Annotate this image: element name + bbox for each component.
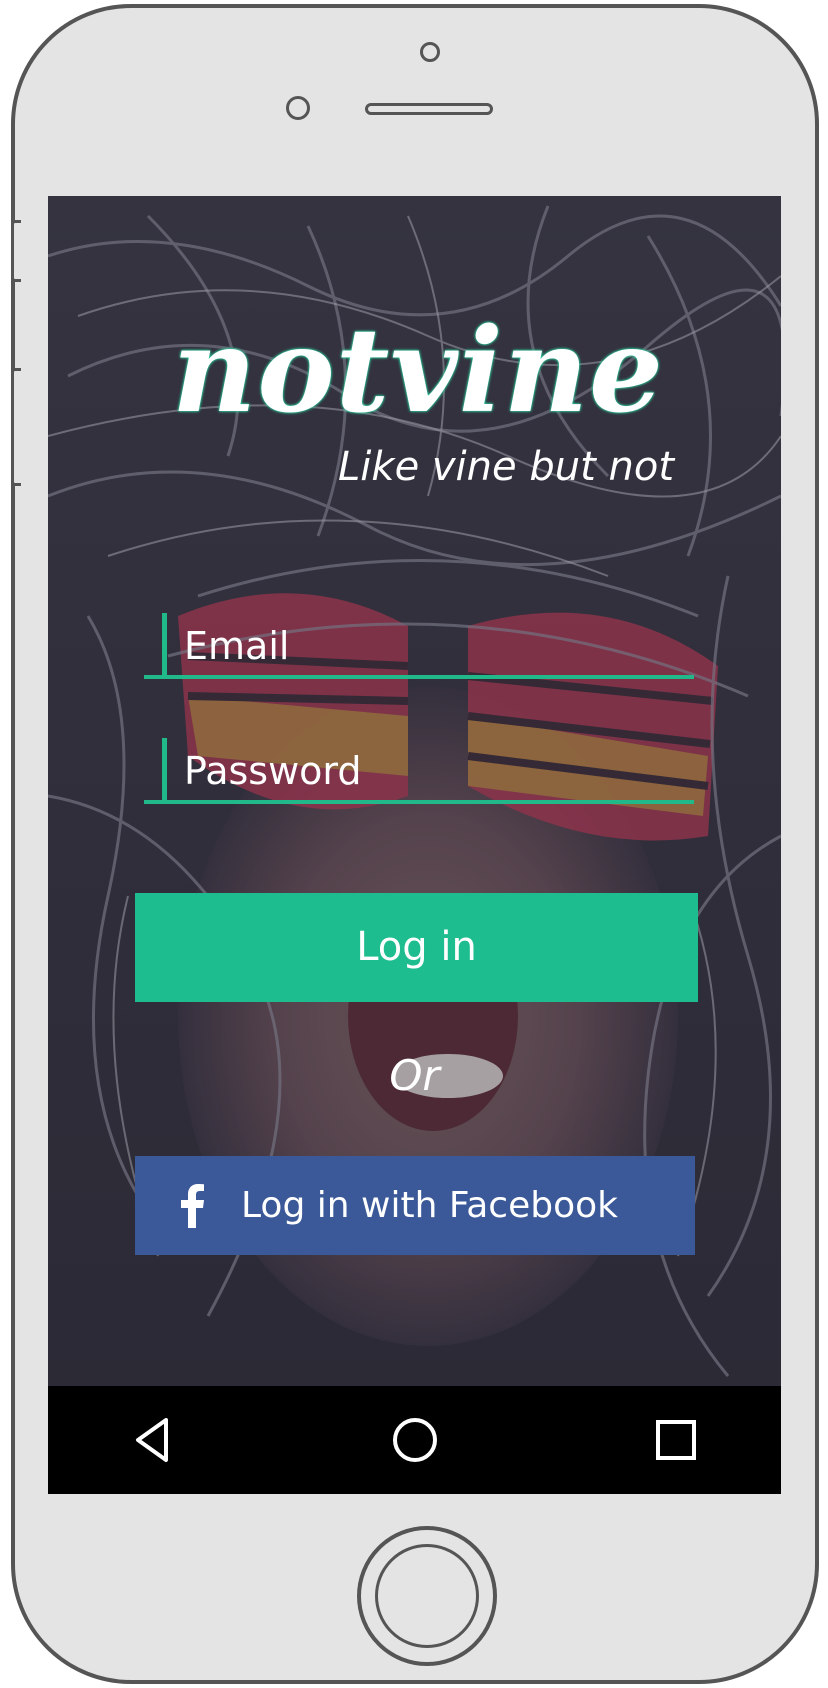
email-field[interactable] (144, 613, 694, 679)
recent-apps-square-icon[interactable] (650, 1414, 702, 1466)
password-input[interactable] (184, 744, 684, 798)
home-circle-icon[interactable] (389, 1414, 441, 1466)
facebook-icon (181, 1184, 204, 1228)
facebook-login-label: Log in with Facebook (241, 1185, 618, 1226)
android-navigation-bar (48, 1386, 781, 1494)
text-cursor-bar (162, 738, 167, 800)
front-camera (420, 42, 440, 62)
hardware-home-button (357, 1526, 497, 1666)
proximity-sensor (286, 96, 310, 120)
volume-button (11, 368, 21, 486)
earpiece-speaker (365, 103, 493, 115)
app-logo: notvine (172, 303, 664, 439)
text-cursor-bar (162, 613, 167, 675)
password-field[interactable] (144, 738, 694, 804)
back-triangle-icon[interactable] (128, 1414, 180, 1466)
email-input[interactable] (184, 619, 684, 673)
home-button-ring (375, 1544, 479, 1648)
login-button[interactable]: Log in (135, 893, 698, 1002)
app-tagline: Like vine but not (338, 444, 674, 490)
app-screen: notvine Like vine but not Log in Or Log … (48, 196, 781, 1494)
mute-switch (11, 220, 21, 282)
or-separator: Or (389, 1051, 440, 1100)
facebook-login-button[interactable]: Log in with Facebook (135, 1156, 695, 1255)
